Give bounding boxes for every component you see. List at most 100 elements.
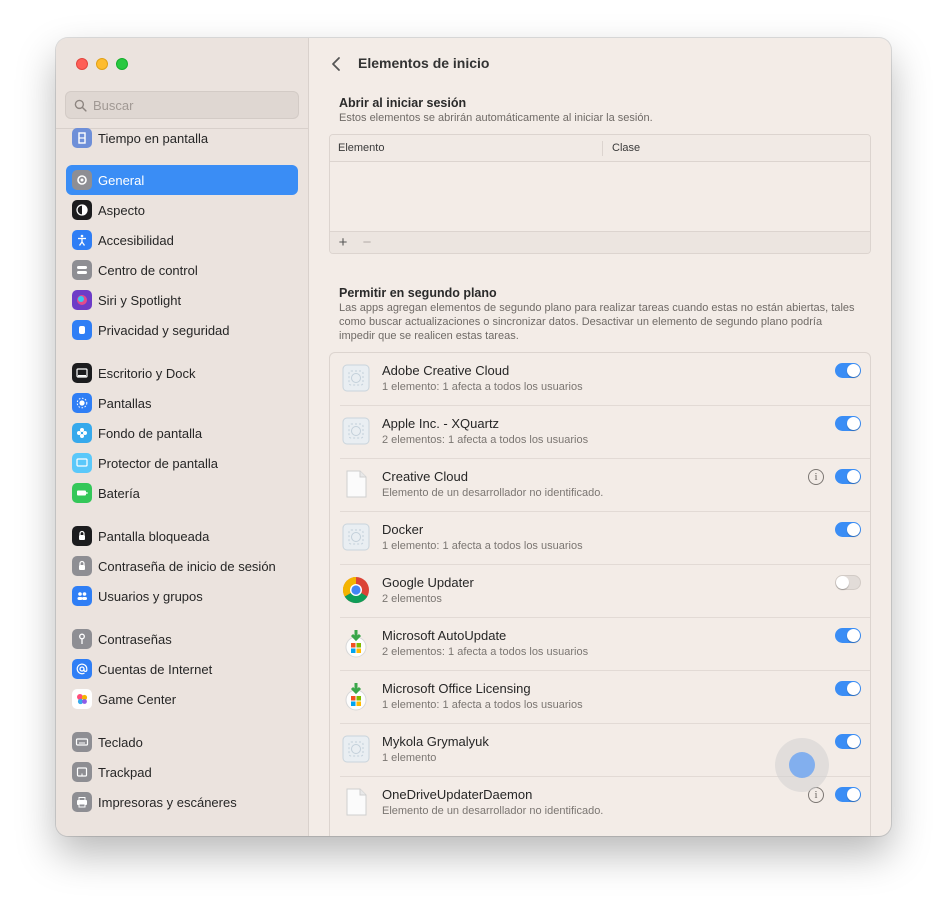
sidebar-item[interactable]: Teclado [66,727,298,757]
generic-app-icon [342,364,370,392]
users-icon [72,586,92,606]
item-toggle[interactable] [835,787,861,802]
zoom-window-button[interactable] [116,58,128,70]
generic-app-icon [342,417,370,445]
chevron-left-icon [332,57,340,71]
sidebar-item[interactable]: Impresoras y escáneres [66,787,298,817]
sidebar-item-label: Centro de control [98,262,198,278]
sidebar-item-label: Trackpad [98,764,152,780]
sidebar-item[interactable]: Aspecto [66,195,298,225]
item-description: Elemento de un desarrollador no identifi… [382,805,604,817]
background-item-row: Google Updater 2 elementos [330,565,870,618]
close-window-button[interactable] [76,58,88,70]
item-toggle[interactable] [835,628,861,643]
item-toggle[interactable] [835,469,861,484]
settings-window: Tiempo en pantalla General Aspecto Accesibi… [56,38,891,836]
sidebar-item[interactable]: Contraseñas [66,624,298,654]
sidebar-item[interactable]: Escritorio y Dock [66,358,298,388]
sidebar-item-label: Contraseñas [98,631,172,647]
item-name: Creative Cloud [382,469,468,484]
hourglass-icon [72,128,92,148]
microsoft-update-icon [345,683,367,711]
background-item-row: Apple Inc. - XQuartz 2 elementos: 1 afect… [330,406,870,459]
minimize-window-button[interactable] [96,58,108,70]
printer-icon [72,792,92,812]
microsoft-update-icon [345,630,367,658]
toggle-knob [847,735,860,748]
table-footer: + − [330,231,870,253]
watermark-logo [775,738,829,792]
sidebar-item[interactable]: Siri y Spotlight [66,285,298,315]
item-name: Microsoft Office Licensing [382,681,531,696]
lock-icon [72,556,92,576]
sidebar-item[interactable]: Game Center [66,684,298,714]
item-description: 2 elementos: 1 afecta a todos los usuari… [382,434,589,446]
toggle-knob [847,682,860,695]
column-header-item[interactable]: Elemento [338,142,384,154]
background-item-row: Creative Cloud Elemento de un desarrollad… [330,459,870,512]
sidebar-item[interactable]: Contraseña de inicio de sesión [66,551,298,581]
sidebar-item[interactable]: Accesibilidad [66,225,298,255]
game-center-icon [72,689,92,709]
search-input[interactable] [93,97,293,113]
sidebar-item[interactable]: Batería [66,478,298,508]
sidebar-item[interactable]: Protector de pantalla [66,448,298,478]
item-toggle[interactable] [835,681,861,696]
login-items-table[interactable]: Elemento Clase + − [329,134,871,254]
lock-screen-icon [72,526,92,546]
item-toggle[interactable] [835,522,861,537]
item-name: Adobe Creative Cloud [382,363,510,378]
toggle-knob [836,576,849,589]
item-name: Google Updater [382,575,474,590]
sidebar-item-label: Game Center [98,691,177,707]
sidebar-item[interactable]: Tiempo en pantalla [66,123,298,153]
sidebar-item[interactable]: Pantallas [66,388,298,418]
screensaver-icon [72,453,92,473]
sidebar-item[interactable]: Fondo de pantalla [66,418,298,448]
document-icon [346,470,367,498]
info-icon[interactable]: i [808,469,824,485]
remove-button[interactable]: − [358,234,376,252]
sidebar-item-label: General [98,172,145,188]
sidebar-item[interactable]: Privacidad y seguridad [66,315,298,345]
sidebar-item[interactable]: Cuentas de Internet [66,654,298,684]
item-toggle[interactable] [835,363,861,378]
siri-icon [72,290,92,310]
sidebar: Tiempo en pantalla General Aspecto Accesibi… [56,38,309,836]
page-title: Elementos de inicio [358,55,490,71]
sidebar-item-label: Fondo de pantalla [98,425,203,441]
sidebar-item[interactable]: General [66,165,298,195]
sidebar-item-label: Pantallas [98,395,152,411]
at-icon [72,659,92,679]
dock-icon [72,363,92,383]
hand-icon [72,320,92,340]
sidebar-item-label: Aspecto [98,202,145,218]
search-field[interactable] [65,91,299,119]
sidebar-item[interactable]: Centro de control [66,255,298,285]
back-button[interactable] [327,54,345,74]
sidebar-item-label: Protector de pantalla [98,455,218,471]
sidebar-item-label: Pantalla bloqueada [98,528,210,544]
sidebar-item-label: Privacidad y seguridad [98,322,230,338]
item-toggle[interactable] [835,575,861,590]
window-controls [76,58,128,70]
sidebar-item[interactable]: Usuarios y grupos [66,581,298,611]
background-item-row: Docker 1 elemento: 1 afecta a todos los u… [330,512,870,565]
sidebar-item[interactable]: Pantalla bloqueada [66,521,298,551]
item-toggle[interactable] [835,416,861,431]
sidebar-item-label: Accesibilidad [98,232,174,248]
sidebar-item-label: Batería [98,485,140,501]
item-description: 1 elemento: 1 afecta a todos los usuario… [382,540,583,552]
sidebar-item[interactable]: Trackpad [66,757,298,787]
background-items-title: Permitir en segundo plano [339,286,497,300]
trackpad-icon [72,762,92,782]
item-description: 1 elemento: 1 afecta a todos los usuario… [382,381,583,393]
item-toggle[interactable] [835,734,861,749]
item-description: 2 elementos: 1 afecta a todos los usuari… [382,646,589,658]
sidebar-item-label: Escritorio y Dock [98,365,196,381]
column-header-kind[interactable]: Clase [612,142,640,154]
toggle-knob [847,417,860,430]
item-description: 1 elemento: 1 afecta a todos los usuario… [382,699,583,711]
item-name: Microsoft AutoUpdate [382,628,507,643]
add-button[interactable]: + [334,234,352,252]
